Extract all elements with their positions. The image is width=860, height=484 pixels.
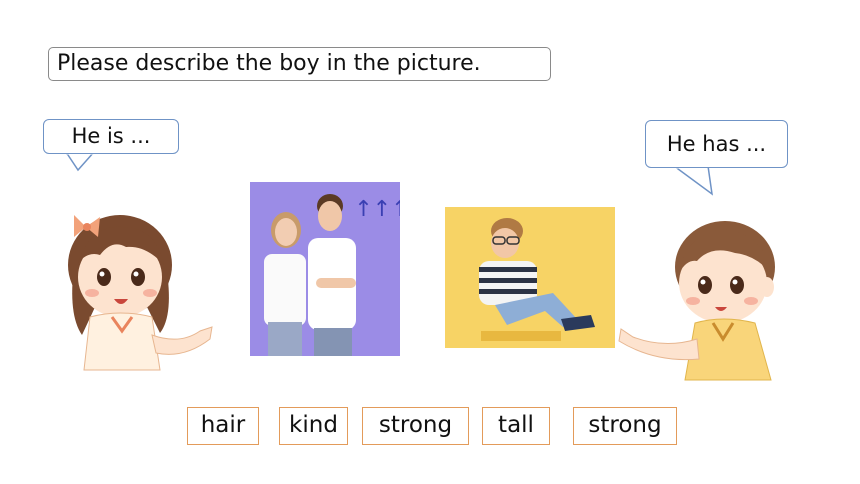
word-card-label: hair: [200, 412, 246, 438]
boy-cartoon: [618, 221, 775, 381]
photo-boy-and-girl: ↑↑↑: [250, 182, 400, 356]
arrows-badge: ↑↑↑: [354, 197, 400, 222]
word-card-label: strong: [378, 412, 453, 438]
word-card-kind[interactable]: kind: [279, 407, 348, 445]
word-card-hair[interactable]: hair: [187, 407, 259, 445]
word-card-strong[interactable]: strong: [362, 407, 469, 445]
word-card-strong-2[interactable]: strong: [573, 407, 677, 445]
word-card-label: strong: [588, 412, 662, 438]
speech-bubble-left-text: He is ...: [71, 124, 151, 148]
word-card-label: kind: [289, 412, 338, 438]
word-card-label: tall: [498, 412, 534, 438]
instruction-text: Please describe the boy in the picture.: [57, 51, 481, 76]
girl-cartoon: [68, 215, 213, 371]
speech-bubble-left: He is ...: [43, 119, 179, 154]
photo-boy-sitting: [445, 207, 615, 348]
word-card-tall[interactable]: tall: [482, 407, 550, 445]
instruction-box: Please describe the boy in the picture.: [48, 47, 551, 81]
speech-bubble-right-text: He has ...: [666, 132, 767, 156]
bubble-right-tail: [671, 165, 713, 196]
speech-bubble-right: He has ...: [645, 120, 788, 168]
